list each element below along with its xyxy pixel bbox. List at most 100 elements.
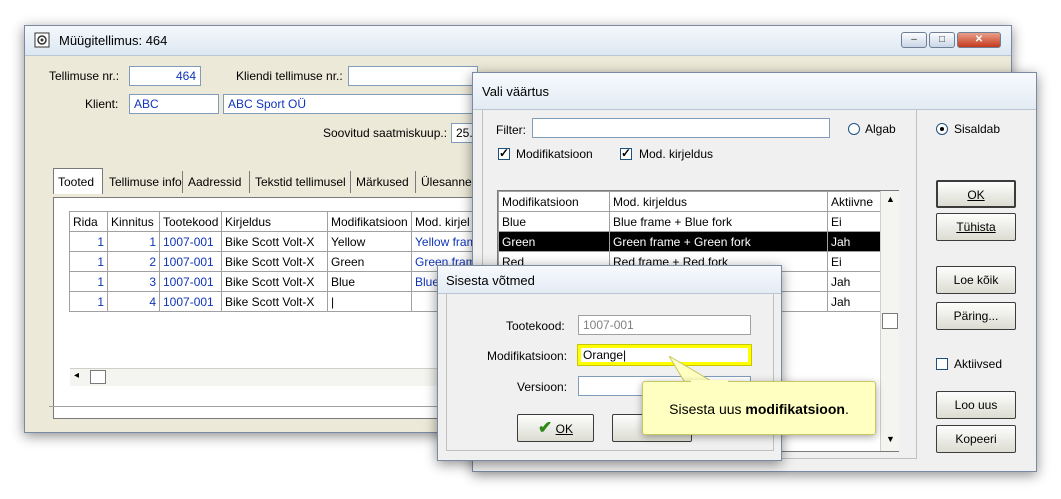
- order-titlebar[interactable]: Müügitellimus: 464 – □ ✕: [25, 26, 1011, 56]
- table-row[interactable]: 1 2 1007-001 Bike Scott Volt-X Green Gre…: [69, 251, 484, 272]
- scroll-down-icon[interactable]: ▼: [886, 434, 895, 444]
- picker-titlebar[interactable]: Vali väärtus: [473, 73, 1036, 110]
- cell-kinnitus[interactable]: 2: [107, 251, 160, 272]
- maximize-icon[interactable]: □: [929, 32, 955, 48]
- cell-kirjeldus[interactable]: Bike Scott Volt-X: [221, 271, 328, 292]
- client-code-field[interactable]: ABC: [129, 94, 219, 114]
- col-header-tootekood[interactable]: Tootekood: [159, 211, 222, 232]
- tab-tekstid-label: Tekstid tellimusel: [255, 175, 346, 189]
- cell-aktiivne[interactable]: Jah: [827, 271, 881, 292]
- cell-tootekood[interactable]: 1007-001: [159, 231, 222, 252]
- delivery-date-value: 25.: [456, 126, 473, 140]
- list-item[interactable]: Blue Blue frame + Blue fork Ei: [498, 211, 881, 232]
- product-code-field[interactable]: 1007-001: [578, 315, 751, 335]
- client-label: Klient:: [85, 97, 119, 111]
- cell-mod-kirjeldus[interactable]: Blue frame + Blue fork: [609, 211, 828, 232]
- callout-pointer-joint: [691, 380, 728, 382]
- cell-tootekood[interactable]: 1007-001: [159, 271, 222, 292]
- cell-modifikatsioon-editing[interactable]: |: [327, 291, 412, 312]
- hint-text-plain: Sisesta uus: [669, 401, 746, 417]
- load-all-button-label: Loe kõik: [953, 273, 999, 287]
- cell-modifikatsioon[interactable]: Yellow: [327, 231, 412, 252]
- order-nr-field[interactable]: 464: [129, 66, 201, 86]
- cell-rida[interactable]: 1: [69, 231, 108, 252]
- table-row[interactable]: 1 1 1007-001 Bike Scott Volt-X Yellow Ye…: [69, 231, 484, 252]
- radio-starts-with[interactable]: [848, 123, 860, 135]
- ok-button[interactable]: OK: [936, 180, 1016, 208]
- cell-aktiivne[interactable]: Jah: [827, 231, 881, 252]
- col-header-modifikatsioon[interactable]: Modifikatsioon: [498, 191, 610, 212]
- col-header-kinnitus[interactable]: Kinnitus: [107, 211, 160, 232]
- cell-tootekood[interactable]: 1007-001: [159, 291, 222, 312]
- load-all-button[interactable]: Loe kõik: [936, 266, 1016, 294]
- tab-tooted[interactable]: Tooted: [53, 168, 103, 194]
- check-active-only-label: Aktiivsed: [954, 357, 1003, 371]
- cell-rida[interactable]: 1: [69, 251, 108, 272]
- cell-kinnitus[interactable]: 3: [107, 271, 160, 292]
- filter-label: Filter:: [496, 123, 526, 137]
- col-header-kirjeldus[interactable]: Kirjeldus: [221, 211, 328, 232]
- col-header-rida[interactable]: Rida: [69, 211, 108, 232]
- text-cursor: |: [623, 348, 627, 362]
- order-grid-hscroll[interactable]: ◂: [70, 368, 483, 386]
- tab-markused[interactable]: Märkused: [352, 171, 416, 193]
- filter-input[interactable]: [532, 118, 830, 138]
- col-header-modifikatsioon[interactable]: Modifikatsioon: [327, 211, 412, 232]
- scroll-left-icon[interactable]: ◂: [74, 370, 79, 381]
- client-name-value: ABC Sport OÜ: [228, 97, 307, 111]
- radio-contains[interactable]: [936, 123, 948, 135]
- cell-modifikatsioon[interactable]: Green: [327, 251, 412, 272]
- cell-kirjeldus[interactable]: Bike Scott Volt-X: [221, 291, 328, 312]
- hscroll-thumb[interactable]: [90, 370, 106, 384]
- key-dialog-titlebar[interactable]: Sisesta võtmed: [438, 266, 781, 294]
- table-row[interactable]: 1 4 1007-001 Bike Scott Volt-X |: [69, 291, 484, 312]
- cell-aktiivne[interactable]: Ei: [827, 251, 881, 272]
- app-icon: [34, 32, 50, 48]
- check-modifikatsioon[interactable]: [498, 146, 510, 160]
- check-icon: ✔: [538, 418, 553, 437]
- delivery-date-label: Soovitud saatmiskuup.:: [323, 126, 448, 140]
- hint-text-end: .: [844, 401, 849, 417]
- cancel-button[interactable]: Tühista: [936, 213, 1016, 241]
- tab-markused-label: Märkused: [356, 175, 409, 189]
- check-active-only[interactable]: [936, 358, 948, 370]
- client-order-field[interactable]: [348, 66, 478, 86]
- cell-mod-kirjeldus[interactable]: Green frame + Green fork: [609, 231, 828, 252]
- col-header-mod-kirjeldus[interactable]: Mod. kirjeldus: [609, 191, 828, 212]
- cell-kirjeldus[interactable]: Bike Scott Volt-X: [221, 231, 328, 252]
- cell-modifikatsioon[interactable]: Blue: [498, 211, 610, 232]
- order-tabs: Tooted Tellimuse info Aadressid Tekstid …: [53, 168, 483, 197]
- query-button[interactable]: Päring...: [936, 302, 1016, 330]
- close-icon[interactable]: ✕: [957, 32, 1001, 48]
- cell-kirjeldus[interactable]: Bike Scott Volt-X: [221, 251, 328, 272]
- col-header-aktiivne[interactable]: Aktiivne: [827, 191, 881, 212]
- tab-tellimuse-info[interactable]: Tellimuse info: [105, 171, 183, 193]
- new-button[interactable]: Loo uus: [936, 391, 1016, 419]
- picker-grid-vscroll[interactable]: ▲ ▼: [880, 191, 899, 451]
- hint-text-bold: modifikatsioon: [745, 401, 845, 417]
- vscroll-thumb[interactable]: [882, 313, 898, 329]
- cell-aktiivne[interactable]: Jah: [827, 291, 881, 312]
- cell-kinnitus[interactable]: 1: [107, 231, 160, 252]
- cell-aktiivne[interactable]: Ei: [827, 211, 881, 232]
- cell-modifikatsioon[interactable]: Blue: [327, 271, 412, 292]
- tab-tellimuse-info-label: Tellimuse info: [109, 175, 182, 189]
- ok-button[interactable]: ✔ OK: [517, 414, 594, 442]
- tab-tekstid[interactable]: Tekstid tellimusel: [251, 171, 351, 193]
- cell-tootekood[interactable]: 1007-001: [159, 251, 222, 272]
- client-code-value: ABC: [134, 97, 159, 111]
- copy-button[interactable]: Kopeeri: [936, 425, 1016, 453]
- table-row[interactable]: 1 3 1007-001 Bike Scott Volt-X Blue Blue: [69, 271, 484, 292]
- list-item-selected[interactable]: Green Green frame + Green fork Jah: [498, 231, 881, 252]
- scroll-up-icon[interactable]: ▲: [886, 194, 895, 204]
- cell-rida[interactable]: 1: [69, 291, 108, 312]
- cell-kinnitus[interactable]: 4: [107, 291, 160, 312]
- check-mod-kirjeldus[interactable]: [620, 146, 632, 160]
- cell-modifikatsioon[interactable]: Green: [498, 231, 610, 252]
- tab-aadressid[interactable]: Aadressid: [184, 171, 250, 193]
- query-button-label: Päring...: [953, 309, 999, 323]
- tab-ulesanne-label: Ülesanne: [421, 175, 472, 189]
- cell-rida[interactable]: 1: [69, 271, 108, 292]
- minimize-icon[interactable]: –: [901, 32, 927, 48]
- client-name-field[interactable]: ABC Sport OÜ: [223, 94, 478, 114]
